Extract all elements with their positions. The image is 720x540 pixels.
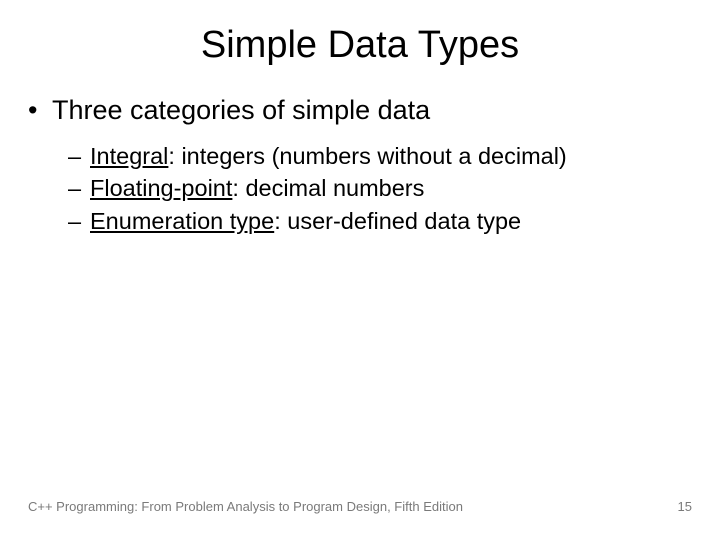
slide: Simple Data Types • Three categories of … — [0, 0, 720, 540]
bullet-level2-text: Integral: integers (numbers without a de… — [90, 140, 567, 172]
page-number: 15 — [678, 499, 692, 514]
dash-icon: – — [68, 172, 90, 204]
bullet-level1-text: Three categories of simple data — [52, 95, 430, 126]
bullet-level2-text: Floating-point: decimal numbers — [90, 172, 424, 204]
term-description: : integers (numbers without a decimal) — [168, 143, 566, 169]
term-description: : user-defined data type — [274, 208, 521, 234]
term-underline: Enumeration type — [90, 208, 274, 234]
term-underline: Floating-point — [90, 175, 232, 201]
bullet-level2-text: Enumeration type: user-defined data type — [90, 205, 521, 237]
footer: C++ Programming: From Problem Analysis t… — [28, 499, 692, 514]
footer-text: C++ Programming: From Problem Analysis t… — [28, 499, 463, 514]
term-description: : decimal numbers — [232, 175, 424, 201]
slide-title: Simple Data Types — [0, 0, 720, 95]
bullet-level2: – Enumeration type: user-defined data ty… — [28, 205, 692, 237]
bullet-icon: • — [28, 95, 52, 126]
bullet-level1: • Three categories of simple data — [28, 95, 692, 126]
bullet-level2: – Integral: integers (numbers without a … — [28, 140, 692, 172]
bullet-level2: – Floating-point: decimal numbers — [28, 172, 692, 204]
slide-body: • Three categories of simple data – Inte… — [0, 95, 720, 237]
term-underline: Integral — [90, 143, 168, 169]
dash-icon: – — [68, 205, 90, 237]
dash-icon: – — [68, 140, 90, 172]
